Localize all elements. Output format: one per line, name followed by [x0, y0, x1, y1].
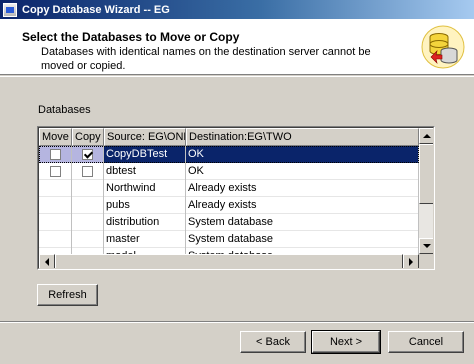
- copy-cell: [72, 180, 104, 197]
- title-bar: Copy Database Wizard -- EG: [0, 0, 474, 19]
- scroll-right-button[interactable]: [403, 254, 419, 268]
- horizontal-scroll-thumb[interactable]: [55, 254, 403, 268]
- scroll-down-button[interactable]: [419, 238, 433, 254]
- arrow-down-icon: [423, 244, 431, 248]
- copy-checkbox[interactable]: [82, 149, 93, 160]
- page-title: Select the Databases to Move or Copy: [22, 30, 240, 44]
- table-row[interactable]: distribution System database: [39, 214, 419, 231]
- move-cell: [39, 197, 72, 214]
- move-cell: [39, 146, 72, 163]
- grid-rows: CopyDBTest OK dbtest OK Northwind Already exi…: [39, 146, 419, 260]
- move-checkbox[interactable]: [49, 166, 61, 177]
- arrow-right-icon: [409, 258, 413, 266]
- destination-cell: OK: [186, 146, 419, 163]
- copy-cell: [72, 146, 104, 163]
- destination-cell: System database: [186, 231, 419, 248]
- source-cell: CopyDBTest: [104, 146, 186, 163]
- wizard-header: Select the Databases to Move or Copy Dat…: [0, 19, 474, 75]
- column-header-copy[interactable]: Copy: [72, 128, 104, 146]
- source-cell: Northwind: [104, 180, 186, 197]
- destination-cell: System database: [186, 214, 419, 231]
- arrow-left-icon: [45, 258, 49, 266]
- footer-divider: [0, 321, 474, 323]
- source-cell: master: [104, 231, 186, 248]
- databases-label: Databases: [38, 104, 91, 116]
- databases-grid[interactable]: Move Copy Source: EG\ONE Destination:EG\…: [37, 126, 435, 270]
- destination-cell: Already exists: [186, 180, 419, 197]
- grid-header: Move Copy Source: EG\ONE Destination:EG\…: [39, 128, 419, 146]
- table-row[interactable]: pubs Already exists: [39, 197, 419, 214]
- table-row[interactable]: dbtest OK: [39, 163, 419, 180]
- move-cell: [39, 163, 72, 180]
- vertical-scrollbar[interactable]: [419, 128, 433, 254]
- back-button[interactable]: < Back: [240, 331, 306, 353]
- source-cell: pubs: [104, 197, 186, 214]
- vertical-scroll-thumb[interactable]: [419, 144, 433, 204]
- window-title: Copy Database Wizard -- EG: [22, 3, 170, 16]
- database-copy-icon: [421, 25, 465, 69]
- destination-cell: Already exists: [186, 197, 419, 214]
- copy-cell: [72, 163, 104, 180]
- move-cell: [39, 214, 72, 231]
- source-cell: dbtest: [104, 163, 186, 180]
- copy-checkbox[interactable]: [82, 166, 93, 177]
- arrow-up-icon: [423, 134, 431, 138]
- move-cell: [39, 180, 72, 197]
- column-header-source[interactable]: Source: EG\ONE: [104, 128, 186, 146]
- move-cell: [39, 231, 72, 248]
- destination-cell: OK: [186, 163, 419, 180]
- table-row[interactable]: master System database: [39, 231, 419, 248]
- scroll-corner: [419, 254, 433, 268]
- scroll-up-button[interactable]: [419, 128, 433, 144]
- copy-cell: [72, 231, 104, 248]
- table-row[interactable]: Northwind Already exists: [39, 180, 419, 197]
- column-header-destination[interactable]: Destination:EG\TWO: [186, 128, 419, 146]
- copy-cell: [72, 214, 104, 231]
- horizontal-scrollbar[interactable]: [39, 254, 419, 268]
- scroll-left-button[interactable]: [39, 254, 55, 268]
- source-cell: distribution: [104, 214, 186, 231]
- page-description: Databases with identical names on the de…: [41, 46, 371, 72]
- header-divider: [0, 76, 474, 77]
- next-button[interactable]: Next >: [311, 330, 381, 354]
- app-icon: [3, 2, 17, 17]
- cancel-button[interactable]: Cancel: [388, 331, 464, 353]
- refresh-button[interactable]: Refresh: [37, 284, 98, 306]
- copy-cell: [72, 197, 104, 214]
- table-row[interactable]: CopyDBTest OK: [39, 146, 419, 163]
- column-header-move[interactable]: Move: [39, 128, 72, 146]
- move-checkbox[interactable]: [49, 149, 61, 160]
